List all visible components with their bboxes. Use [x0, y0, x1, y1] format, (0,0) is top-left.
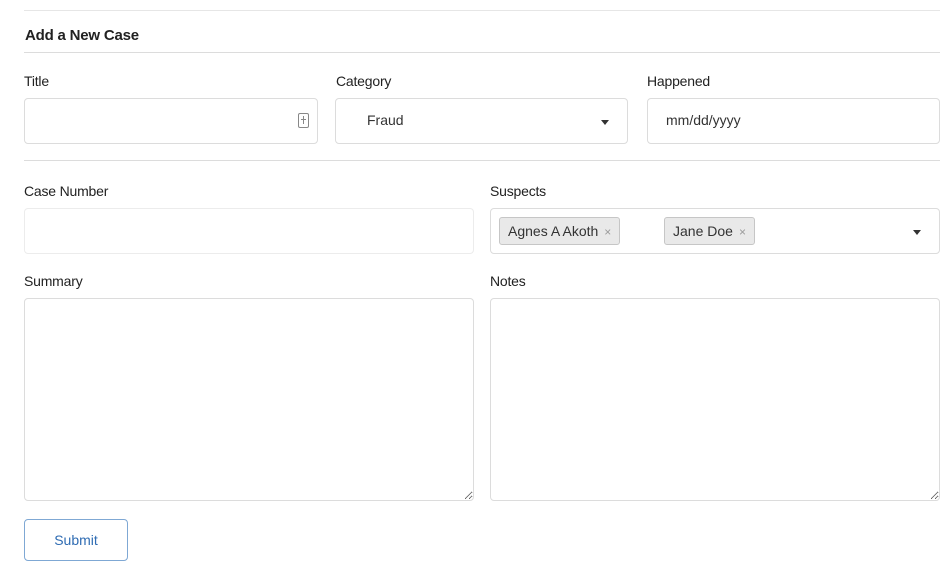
- happened-label: Happened: [647, 73, 711, 89]
- happened-date-input[interactable]: mm/dd/yyyy: [647, 98, 940, 144]
- chevron-down-icon: [601, 120, 609, 125]
- top-divider: [24, 10, 940, 11]
- section-divider: [24, 160, 940, 161]
- notes-label: Notes: [490, 273, 526, 289]
- happened-placeholder: mm/dd/yyyy: [666, 112, 741, 128]
- title-divider: [24, 52, 940, 53]
- case-number-label: Case Number: [24, 183, 109, 199]
- suspects-multiselect[interactable]: Agnes A Akoth × Jane Doe ×: [490, 208, 940, 254]
- case-number-input[interactable]: [24, 208, 474, 254]
- category-label: Category: [336, 73, 392, 89]
- suspect-tag-label: Jane Doe: [673, 223, 733, 239]
- suspect-tag: Jane Doe ×: [664, 217, 755, 245]
- remove-tag-icon[interactable]: ×: [739, 225, 746, 239]
- remove-tag-icon[interactable]: ×: [604, 225, 611, 239]
- form-title: Add a New Case: [25, 27, 139, 44]
- category-select[interactable]: Fraud: [335, 98, 628, 144]
- suspect-tag: Agnes A Akoth ×: [499, 217, 621, 245]
- title-label: Title: [24, 73, 49, 89]
- contact-card-icon[interactable]: [298, 113, 309, 128]
- summary-textarea[interactable]: [24, 298, 474, 501]
- suspect-tag-label: Agnes A Akoth: [508, 223, 599, 239]
- summary-label: Summary: [24, 273, 83, 289]
- category-selected-value: Fraud: [367, 112, 404, 128]
- suspects-label: Suspects: [490, 183, 546, 199]
- notes-textarea[interactable]: [490, 298, 940, 501]
- chevron-down-icon[interactable]: [913, 230, 921, 235]
- title-input[interactable]: [24, 98, 318, 144]
- submit-button[interactable]: Submit: [24, 519, 128, 561]
